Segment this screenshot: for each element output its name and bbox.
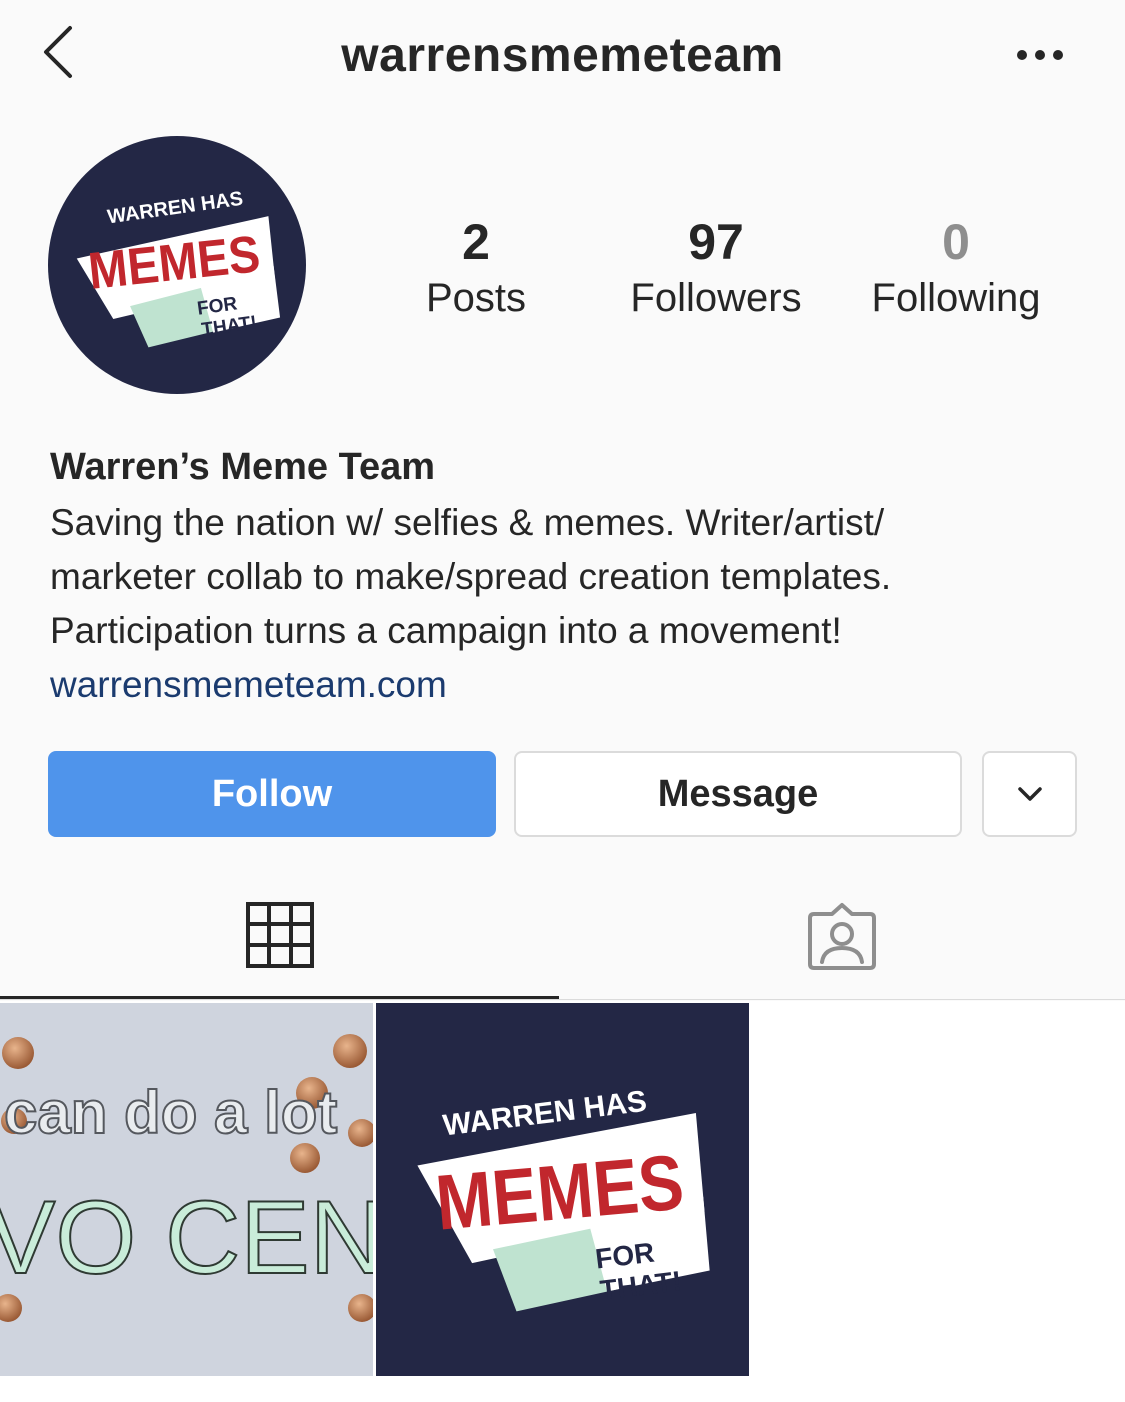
follow-button[interactable]: Follow: [48, 751, 496, 837]
post-thumbnail[interactable]: WARREN HAS MEMES FOR THAT!: [376, 1003, 749, 1376]
more-horizontal-icon: [1017, 50, 1063, 60]
meme-text-line1: can do a lot: [4, 1079, 337, 1146]
tab-tagged[interactable]: [562, 880, 1125, 998]
following-count: 0: [942, 214, 970, 270]
followers-label: Followers: [630, 276, 802, 320]
message-button[interactable]: Message: [514, 751, 962, 837]
following-label: Following: [871, 276, 1041, 320]
more-options-button[interactable]: [1010, 40, 1070, 70]
bio-text: Saving the nation w/ selfies & memes. Wr…: [50, 496, 1090, 658]
profile-tabs: [0, 880, 1125, 1002]
tagged-person-icon: [808, 903, 876, 970]
warren-memes-post-image: WARREN HAS MEMES FOR THAT!: [376, 1003, 749, 1376]
two-cents-meme-image: can do a lot VO CEN: [0, 1003, 373, 1376]
posts-stat[interactable]: 2 Posts: [396, 210, 556, 322]
bio-line: marketer collab to make/spread creation …: [50, 556, 892, 597]
profile-bio: Warren’s Meme Team Saving the nation w/ …: [50, 442, 1090, 712]
bio-line: Participation turns a campaign into a mo…: [50, 610, 842, 651]
suggested-accounts-button[interactable]: [982, 751, 1077, 837]
chevron-down-icon: [1017, 787, 1042, 801]
followers-count: 97: [688, 214, 744, 270]
tab-divider: [0, 999, 1125, 1000]
website-link[interactable]: warrensmemeteam.com: [50, 658, 1090, 712]
profile-username: warrensmemeteam: [341, 29, 784, 82]
message-button-label: Message: [657, 772, 819, 815]
posts-label: Posts: [425, 276, 527, 320]
profile-header: warrensmemeteam: [0, 0, 1125, 115]
post-thumbnail[interactable]: can do a lot VO CEN: [0, 1003, 373, 1376]
follow-button-label: Follow: [211, 772, 333, 815]
logo-line1: WARREN HAS: [106, 188, 244, 229]
display-name: Warren’s Meme Team: [50, 446, 436, 488]
posts-count: 2: [462, 214, 490, 270]
following-stat[interactable]: 0 Following: [856, 210, 1056, 322]
tab-posts-grid[interactable]: [0, 880, 559, 998]
meme-text-line2: VO CEN: [0, 1180, 373, 1296]
grid-icon: [246, 902, 314, 968]
bio-line: Saving the nation w/ selfies & memes. Wr…: [50, 502, 885, 543]
warren-memes-logo: WARREN HAS MEMES FOR THAT!: [76, 188, 281, 348]
profile-avatar[interactable]: WARREN HAS MEMES FOR THAT!: [48, 136, 306, 394]
followers-stat[interactable]: 97 Followers: [616, 210, 816, 322]
